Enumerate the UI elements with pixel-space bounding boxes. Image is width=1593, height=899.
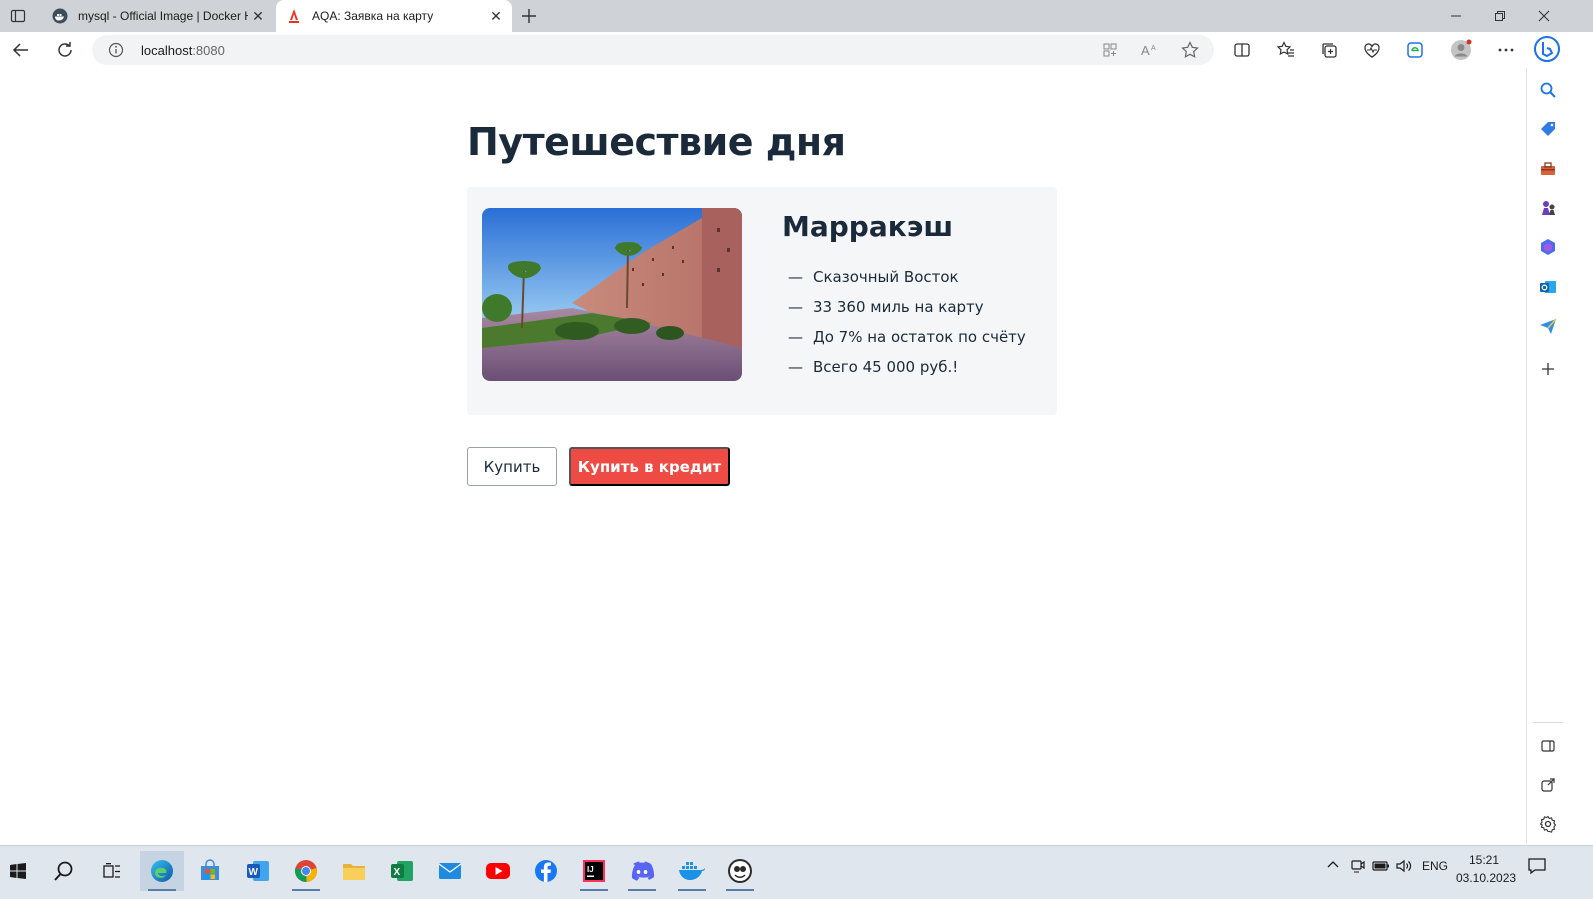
minimize-icon[interactable] [1434, 0, 1478, 32]
edge-extension-icon[interactable] [1403, 38, 1427, 62]
list-item: — Сказочный Восток [788, 268, 959, 286]
volume-icon[interactable] [1396, 858, 1414, 877]
restore-icon[interactable] [1478, 0, 1522, 32]
refresh-icon[interactable] [53, 38, 77, 62]
close-tab-icon[interactable]: ✕ [486, 6, 506, 26]
alfa-icon [286, 8, 302, 24]
site-info-icon[interactable] [108, 42, 124, 58]
tab-title: AQA: Заявка на карту [312, 9, 434, 23]
back-icon[interactable] [9, 38, 33, 62]
mail-icon[interactable] [428, 851, 472, 891]
excel-icon[interactable]: X [380, 851, 424, 891]
city-name: Марракэш [782, 210, 954, 243]
page-title: Путешествие дня [467, 120, 846, 164]
settings-gear-icon[interactable] [1538, 814, 1558, 834]
search-icon[interactable] [1538, 80, 1558, 100]
svg-text:IJ: IJ [587, 865, 594, 874]
chrome-icon[interactable] [284, 851, 328, 891]
file-explorer-icon[interactable] [332, 851, 376, 891]
meet-now-icon[interactable] [1350, 858, 1366, 877]
profile-avatar-icon[interactable] [1449, 38, 1473, 62]
trip-card: Марракэш — Сказочный Восток —33 360 миль … [467, 187, 1057, 415]
svg-text:A: A [1141, 43, 1150, 58]
tab-aqa[interactable]: AQA: Заявка на карту ✕ [276, 0, 512, 32]
read-aloud-icon[interactable]: AA [1140, 40, 1160, 60]
svg-text:W: W [249, 867, 259, 878]
youtube-icon[interactable] [476, 851, 520, 891]
tab-actions-icon[interactable] [8, 6, 28, 26]
notifications-icon[interactable] [1527, 856, 1547, 879]
search-icon[interactable] [42, 851, 86, 891]
tools-icon[interactable] [1538, 159, 1558, 179]
svg-text:A: A [1151, 45, 1156, 52]
browser-toolbar: localhost:8080 AA [0, 32, 1593, 68]
tab-title: mysql - Official Image | Docker H [78, 9, 248, 23]
intellij-idea-icon[interactable]: IJ [572, 851, 616, 891]
clock-date: 03.10.2023 [1456, 871, 1517, 885]
add-sidebar-app-icon[interactable] [1538, 359, 1558, 379]
microsoft-store-icon[interactable] [188, 851, 232, 891]
svg-text:X: X [394, 867, 401, 878]
buy-credit-button[interactable]: Купить в кредит [569, 447, 730, 486]
browser-essentials-icon[interactable] [1360, 38, 1384, 62]
system-clock[interactable]: 15:21 03.10.2023 [1456, 851, 1517, 887]
feature-list: — Сказочный Восток —33 360 миль на карту … [788, 267, 1026, 387]
favorites-icon[interactable] [1274, 38, 1298, 62]
tab-docker[interactable]: mysql - Official Image | Docker H ✕ [42, 0, 274, 32]
facebook-icon[interactable] [524, 851, 568, 891]
favorite-star-icon[interactable] [1180, 40, 1200, 60]
url-text: localhost:8080 [141, 43, 225, 58]
windows-taskbar: W X IJ ENG 15:21 03.10.2023 [0, 845, 1593, 899]
shopping-tag-icon[interactable] [1538, 119, 1558, 139]
list-item: — Всего 45 000 руб.! [788, 358, 959, 376]
close-tab-icon[interactable]: ✕ [248, 6, 268, 26]
app-taskbar-icon[interactable] [718, 851, 762, 891]
edge-taskbar-icon[interactable] [140, 851, 184, 891]
show-hidden-icons-icon[interactable] [1326, 858, 1340, 875]
new-tab-icon[interactable] [518, 5, 540, 27]
collections-icon[interactable] [1317, 38, 1341, 62]
outlook-icon[interactable] [1538, 277, 1558, 297]
input-language[interactable]: ENG [1422, 859, 1448, 873]
edge-sidebar [1526, 68, 1568, 844]
app-available-icon[interactable] [1100, 40, 1120, 60]
external-link-icon[interactable] [1538, 775, 1558, 795]
buy-button[interactable]: Купить [467, 447, 557, 486]
task-view-icon[interactable] [90, 851, 134, 891]
sidebar-divider [1533, 722, 1563, 723]
games-icon[interactable] [1538, 198, 1558, 218]
windows-start-icon[interactable] [0, 851, 40, 891]
docker-icon [52, 8, 68, 24]
more-menu-icon[interactable] [1494, 38, 1518, 62]
drop-send-icon[interactable] [1538, 316, 1558, 336]
discord-icon[interactable] [620, 851, 664, 891]
page-content: Путешествие дня Марракэш — Сказочный Вос… [0, 68, 1526, 844]
city-photo [482, 208, 742, 381]
tab-strip: mysql - Official Image | Docker H ✕ AQA:… [0, 0, 1593, 32]
battery-icon[interactable] [1372, 858, 1390, 877]
docker-desktop-icon[interactable] [670, 851, 714, 891]
list-item: — До 7% на остаток по счёту [788, 328, 1026, 346]
microsoft-365-icon[interactable] [1538, 237, 1558, 257]
split-screen-icon[interactable] [1230, 38, 1254, 62]
list-item: —33 360 миль на карту [788, 298, 984, 316]
copilot-icon[interactable] [1532, 34, 1562, 64]
word-icon[interactable]: W [236, 851, 280, 891]
address-bar[interactable]: localhost:8080 AA [92, 35, 1214, 65]
close-window-icon[interactable] [1522, 0, 1566, 32]
sidebar-panel-icon[interactable] [1538, 736, 1558, 756]
clock-time: 15:21 [1468, 853, 1500, 867]
